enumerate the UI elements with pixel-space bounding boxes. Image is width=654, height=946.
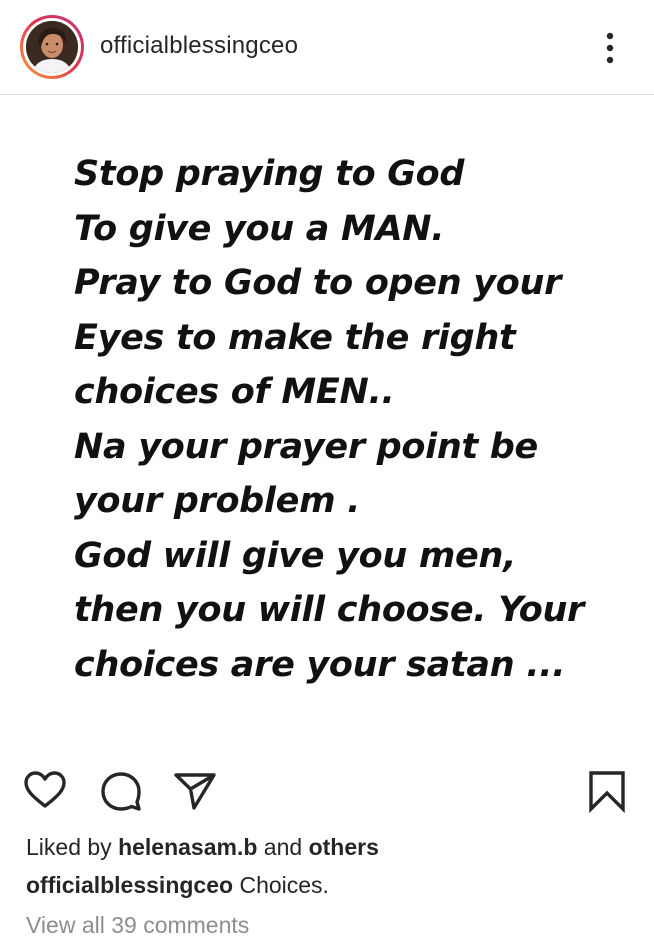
like-button[interactable] <box>22 768 68 814</box>
save-button[interactable] <box>584 768 630 814</box>
post-username[interactable]: officialblessingceo <box>100 32 298 60</box>
avatar-photo <box>26 21 78 73</box>
post-image-text: Stop praying to God To give you a MAN. P… <box>74 154 585 685</box>
avatar[interactable] <box>20 15 84 79</box>
likes-summary: Liked by helenasam.b and others <box>26 834 379 861</box>
avatar-border <box>23 18 81 76</box>
comment-bubble-icon <box>101 772 141 811</box>
heart-icon <box>24 771 66 808</box>
more-vertical-icon <box>606 32 614 64</box>
share-button[interactable] <box>172 768 218 814</box>
caption-text: Choices. <box>233 872 329 898</box>
profile-photo-icon <box>26 21 78 73</box>
likes-middle: and <box>257 834 309 860</box>
comment-button[interactable] <box>98 768 144 814</box>
post-actions-bar <box>0 760 654 820</box>
post-image[interactable]: Stop praying to God To give you a MAN. P… <box>0 95 654 745</box>
likes-prefix: Liked by <box>26 834 119 860</box>
caption-username[interactable]: officialblessingceo <box>26 872 233 898</box>
view-all-comments-link[interactable]: View all 39 comments <box>26 912 249 939</box>
liked-by-username[interactable]: helenasam.b <box>118 834 257 860</box>
post-caption: officialblessingceo Choices. <box>26 872 329 899</box>
likes-others-link[interactable]: others <box>309 834 379 860</box>
more-options-button[interactable] <box>594 30 626 66</box>
bookmark-icon <box>589 771 625 814</box>
send-paper-plane-icon <box>174 773 216 810</box>
post-header: officialblessingceo <box>0 0 654 94</box>
